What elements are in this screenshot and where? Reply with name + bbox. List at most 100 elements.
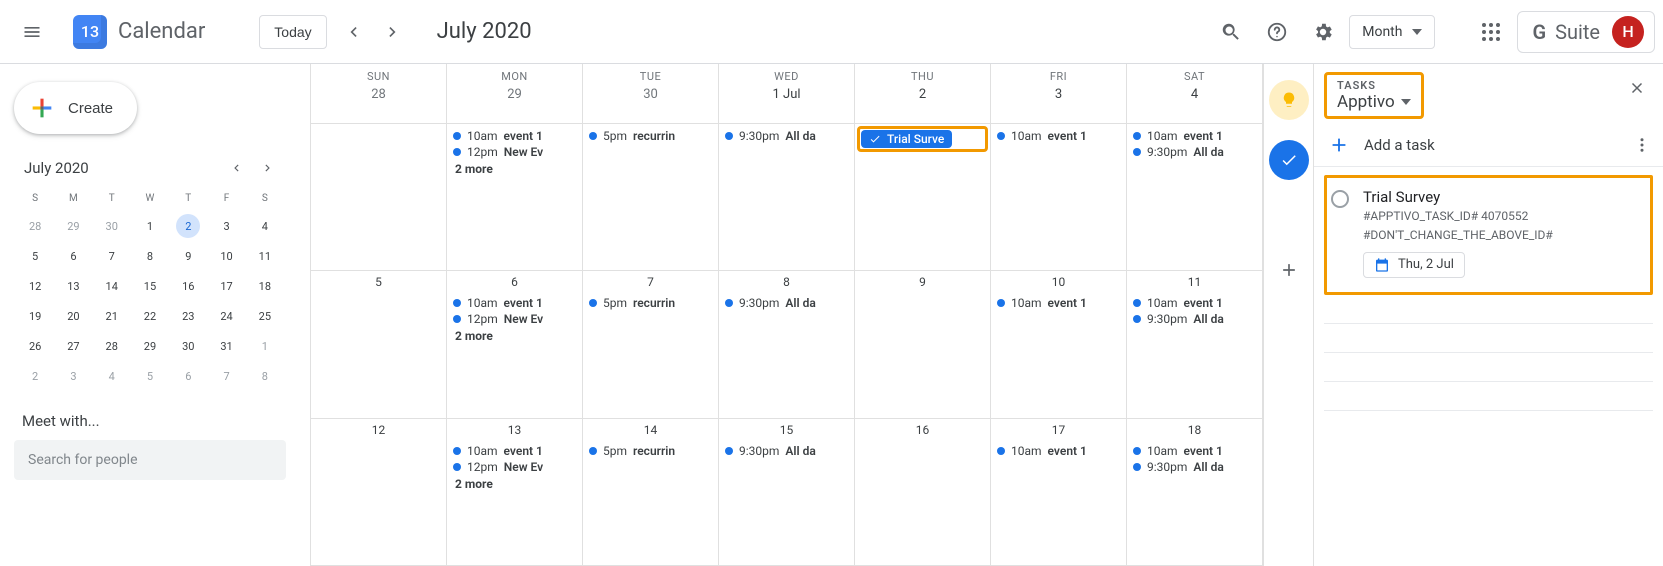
grid-cell[interactable]: 16 xyxy=(855,419,991,566)
event-item[interactable]: 9:30pm All da xyxy=(723,295,850,311)
more-events-link[interactable]: 2 more xyxy=(451,160,578,178)
mini-day[interactable]: 30 xyxy=(93,212,131,240)
mini-day[interactable]: 4 xyxy=(93,362,131,390)
grid-cell[interactable]: 10am event 112pm New Ev2 more xyxy=(447,124,583,271)
mini-day[interactable]: 7 xyxy=(207,362,245,390)
mini-day[interactable]: 26 xyxy=(16,332,54,360)
task-item-empty[interactable] xyxy=(1324,353,1653,382)
grid-cell[interactable]: 5 xyxy=(311,271,447,418)
tasks-list-selector[interactable]: TASKS Apptivo xyxy=(1324,72,1424,119)
grid-cell[interactable]: 1810am event 19:30pm All da xyxy=(1127,419,1263,566)
grid-cell[interactable]: 9 xyxy=(855,271,991,418)
search-icon[interactable] xyxy=(1211,12,1251,52)
tasks-menu-button[interactable] xyxy=(1633,136,1651,154)
google-apps-icon[interactable] xyxy=(1471,12,1511,52)
event-item[interactable]: 9:30pm All da xyxy=(723,443,850,459)
mini-day[interactable]: 8 xyxy=(246,362,284,390)
event-item[interactable]: 9:30pm All da xyxy=(723,128,850,144)
grid-cell[interactable] xyxy=(311,124,447,271)
task-date-chip[interactable]: Thu, 2 Jul xyxy=(1363,252,1465,278)
grid-cell[interactable]: 75pm recurrin xyxy=(583,271,719,418)
event-item[interactable]: 10am event 1 xyxy=(451,128,578,144)
logo[interactable]: 13 Calendar xyxy=(62,12,213,52)
settings-icon[interactable] xyxy=(1303,12,1343,52)
task-item-empty[interactable] xyxy=(1324,324,1653,353)
mini-day[interactable]: 6 xyxy=(169,362,207,390)
mini-day[interactable]: 19 xyxy=(16,302,54,330)
event-item[interactable]: 5pm recurrin xyxy=(587,443,714,459)
gsuite-account[interactable]: G Suite H xyxy=(1517,11,1655,53)
mini-day[interactable]: 5 xyxy=(131,362,169,390)
keep-icon[interactable] xyxy=(1269,80,1309,120)
event-item[interactable]: 5pm recurrin xyxy=(587,295,714,311)
mini-day[interactable]: 27 xyxy=(54,332,92,360)
search-people-input[interactable]: Search for people xyxy=(14,440,286,480)
mini-day[interactable]: 14 xyxy=(93,272,131,300)
today-button[interactable]: Today xyxy=(259,15,326,49)
task-item[interactable]: Trial Survey #APPTIVO_TASK_ID# 4070552 #… xyxy=(1324,175,1653,295)
next-month-button[interactable] xyxy=(373,12,413,52)
mini-day[interactable]: 21 xyxy=(93,302,131,330)
event-item[interactable]: 12pm New Ev xyxy=(451,459,578,475)
mini-day[interactable]: 9 xyxy=(169,242,207,270)
event-item[interactable]: 5pm recurrin xyxy=(587,128,714,144)
menu-icon[interactable] xyxy=(8,8,56,56)
event-item[interactable]: 10am event 1 xyxy=(995,128,1122,144)
mini-day[interactable]: 30 xyxy=(169,332,207,360)
more-events-link[interactable]: 2 more xyxy=(451,327,578,345)
event-item[interactable]: 9:30pm All da xyxy=(1131,459,1258,475)
grid-cell[interactable]: 10am event 19:30pm All da xyxy=(1127,124,1263,271)
mini-day[interactable]: 17 xyxy=(207,272,245,300)
mini-day[interactable]: 4 xyxy=(246,212,284,240)
grid-cell[interactable]: 145pm recurrin xyxy=(583,419,719,566)
event-item[interactable]: 12pm New Ev xyxy=(451,144,578,160)
grid-cell[interactable]: 159:30pm All da xyxy=(719,419,855,566)
event-item[interactable]: 10am event 1 xyxy=(1131,128,1258,144)
mini-day[interactable]: 31 xyxy=(207,332,245,360)
mini-day[interactable]: 2 xyxy=(176,214,200,238)
view-select[interactable]: Month xyxy=(1349,15,1435,49)
grid-cell[interactable]: 12 xyxy=(311,419,447,566)
mini-day[interactable]: 15 xyxy=(131,272,169,300)
grid-cell[interactable]: 1110am event 19:30pm All da xyxy=(1127,271,1263,418)
task-item-empty[interactable] xyxy=(1324,411,1653,439)
task-item-empty[interactable] xyxy=(1324,382,1653,411)
mini-day[interactable]: 1 xyxy=(246,332,284,360)
add-task-button[interactable]: Add a task xyxy=(1328,134,1435,156)
grid-cell[interactable]: 610am event 112pm New Ev2 more xyxy=(447,271,583,418)
event-item[interactable]: 10am event 1 xyxy=(995,443,1122,459)
grid-cell[interactable]: Trial Surve xyxy=(855,124,991,271)
mini-day[interactable]: 12 xyxy=(16,272,54,300)
mini-day[interactable]: 7 xyxy=(93,242,131,270)
create-button[interactable]: Create xyxy=(14,82,137,134)
task-item-empty[interactable] xyxy=(1324,295,1653,324)
mini-day[interactable]: 23 xyxy=(169,302,207,330)
grid-cell[interactable]: 1310am event 112pm New Ev2 more xyxy=(447,419,583,566)
mini-day[interactable]: 24 xyxy=(207,302,245,330)
mini-day[interactable]: 10 xyxy=(207,242,245,270)
help-icon[interactable] xyxy=(1257,12,1297,52)
mini-day[interactable]: 28 xyxy=(16,212,54,240)
grid-cell[interactable]: 5pm recurrin xyxy=(583,124,719,271)
mini-day[interactable]: 6 xyxy=(54,242,92,270)
close-tasks-button[interactable] xyxy=(1621,72,1653,104)
mini-day[interactable]: 20 xyxy=(54,302,92,330)
mini-day[interactable]: 8 xyxy=(131,242,169,270)
event-item[interactable]: 10am event 1 xyxy=(995,295,1122,311)
grid-cell[interactable]: 9:30pm All da xyxy=(719,124,855,271)
mini-day[interactable]: 5 xyxy=(16,242,54,270)
mini-day[interactable]: 1 xyxy=(131,212,169,240)
mini-day[interactable]: 3 xyxy=(54,362,92,390)
more-events-link[interactable]: 2 more xyxy=(451,475,578,493)
event-item[interactable]: 12pm New Ev xyxy=(451,311,578,327)
mini-prev-button[interactable] xyxy=(222,154,250,182)
mini-day[interactable]: 29 xyxy=(54,212,92,240)
event-item[interactable]: 10am event 1 xyxy=(1131,443,1258,459)
event-item[interactable]: 9:30pm All da xyxy=(1131,311,1258,327)
event-chip[interactable]: Trial Surve xyxy=(861,130,952,148)
grid-cell[interactable]: 1010am event 1 xyxy=(991,271,1127,418)
event-item[interactable]: 10am event 1 xyxy=(451,295,578,311)
mini-day[interactable]: 28 xyxy=(93,332,131,360)
grid-cell[interactable]: 10am event 1 xyxy=(991,124,1127,271)
mini-day[interactable]: 3 xyxy=(207,212,245,240)
